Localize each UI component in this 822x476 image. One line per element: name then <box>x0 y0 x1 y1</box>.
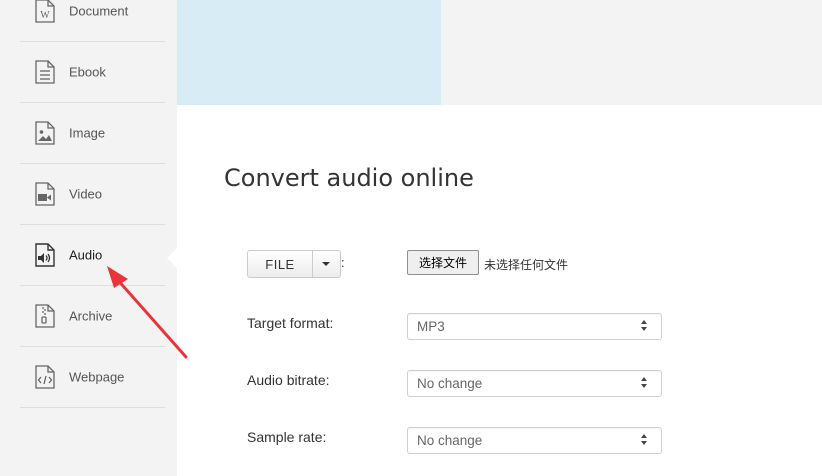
no-file-chosen-text: 未选择任何文件 <box>484 258 569 272</box>
word-document-icon: W <box>34 0 56 23</box>
page-title: Convert audio online <box>224 164 474 192</box>
sidebar-item-audio[interactable]: Audio <box>20 225 165 286</box>
target-format-value: MP3 <box>417 319 445 334</box>
sidebar-item-label: Document <box>69 3 129 19</box>
caret-down-icon <box>322 262 330 266</box>
select-arrows-icon <box>641 377 648 390</box>
file-source-colon: : <box>341 255 345 270</box>
sidebar-item-label: Ebook <box>69 64 106 80</box>
audio-bitrate-select[interactable]: No change <box>407 370 662 397</box>
ebook-icon <box>34 60 56 84</box>
sidebar-item-webpage[interactable]: Webpage <box>20 347 165 408</box>
file-source-dropdown: FILE <box>247 250 341 278</box>
sidebar-item-image[interactable]: Image <box>20 103 165 164</box>
select-arrows-icon <box>641 320 648 333</box>
sidebar-item-video[interactable]: Video <box>20 164 165 225</box>
image-icon <box>34 121 56 145</box>
target-format-label: Target format: <box>247 315 334 331</box>
top-banner <box>177 0 441 105</box>
video-icon <box>34 182 56 206</box>
sidebar-item-label: Audio <box>69 247 103 263</box>
audio-bitrate-value: No change <box>417 376 483 391</box>
webpage-icon <box>34 365 56 389</box>
file-source-button[interactable]: FILE <box>248 251 312 277</box>
sample-rate-select[interactable]: No change <box>407 427 662 454</box>
top-banner-side <box>441 0 822 105</box>
active-item-indicator <box>167 248 177 268</box>
sidebar: W Document Ebook Image Video Audio Archi… <box>0 0 177 476</box>
sidebar-item-document[interactable]: W Document <box>20 0 165 42</box>
sidebar-item-ebook[interactable]: Ebook <box>20 42 165 103</box>
svg-text:W: W <box>40 10 50 21</box>
sample-rate-label: Sample rate: <box>247 429 327 445</box>
audio-bitrate-label: Audio bitrate: <box>247 372 330 388</box>
sidebar-item-label: Archive <box>69 308 113 324</box>
file-source-toggle[interactable] <box>312 251 340 277</box>
archive-icon <box>34 304 56 328</box>
select-arrows-icon <box>641 434 648 447</box>
audio-icon <box>34 243 56 267</box>
sidebar-item-label: Image <box>69 125 106 141</box>
sidebar-item-label: Webpage <box>69 369 125 385</box>
target-format-select[interactable]: MP3 <box>407 313 662 340</box>
choose-file-button[interactable]: 选择文件 <box>407 250 479 275</box>
sidebar-item-label: Video <box>69 186 103 202</box>
sample-rate-value: No change <box>417 433 483 448</box>
sidebar-item-archive[interactable]: Archive <box>20 286 165 347</box>
